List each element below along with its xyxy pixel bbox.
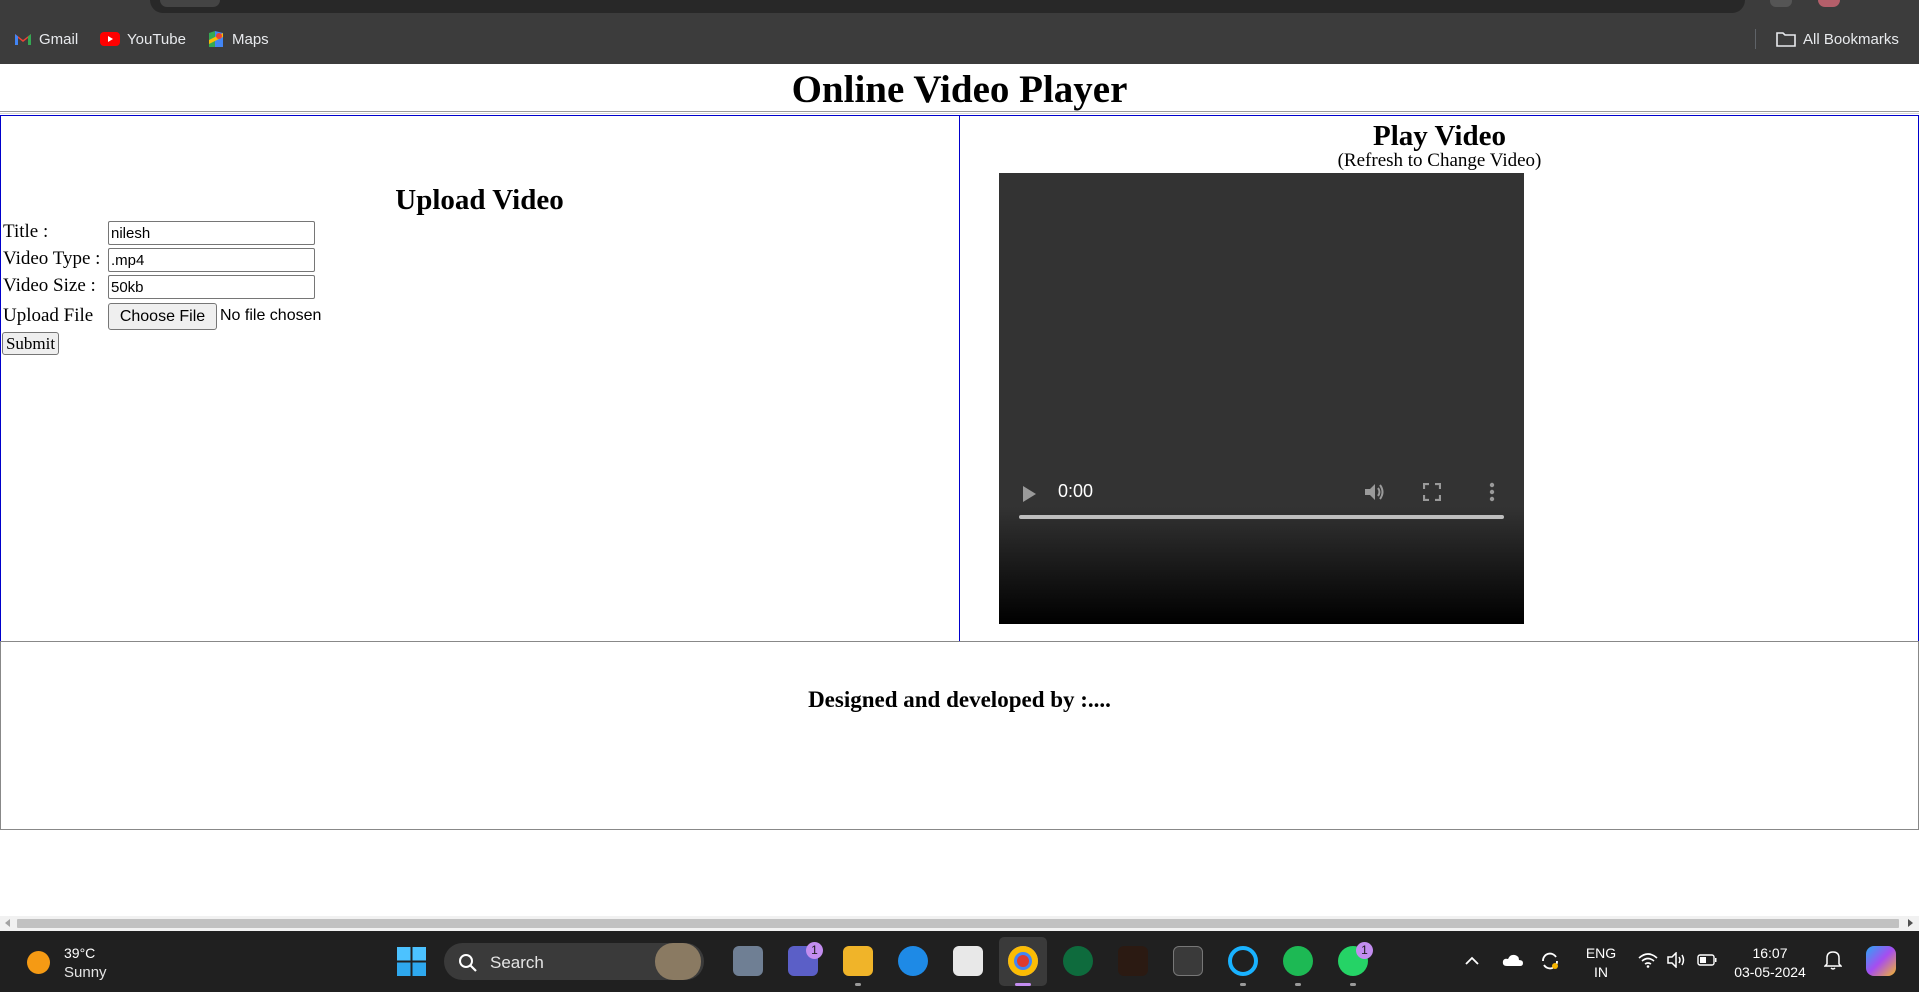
search-label: Search [490, 953, 544, 972]
teams-badge: 1 [806, 942, 823, 959]
bookmarks-separator [1755, 29, 1756, 49]
postman-icon[interactable] [1118, 946, 1148, 976]
copilot-icon[interactable] [1866, 946, 1896, 976]
chevron-up-icon[interactable] [1465, 956, 1479, 965]
store-icon[interactable] [953, 946, 983, 976]
bookmark-label: YouTube [127, 30, 186, 48]
title-label: Title : [3, 221, 49, 242]
title-divider [0, 111, 1919, 114]
search-icon [459, 954, 477, 972]
file-explorer-icon[interactable] [843, 946, 873, 976]
language-indicator[interactable]: ENG [1583, 945, 1619, 962]
volume-icon[interactable] [1363, 481, 1387, 503]
title-input[interactable] [108, 221, 315, 245]
language-region[interactable]: IN [1583, 964, 1619, 981]
chrome-icon[interactable] [1008, 946, 1038, 976]
scroll-left-arrow[interactable] [5, 919, 10, 927]
page-content: Online Video Player Upload Video Title :… [0, 64, 1919, 916]
more-options-icon[interactable] [1489, 482, 1495, 502]
speaker-icon[interactable] [1667, 952, 1687, 968]
profile-avatar[interactable] [1818, 0, 1840, 7]
extension-icon[interactable] [1770, 0, 1792, 7]
gmail-icon [15, 34, 31, 45]
edge-icon[interactable] [898, 946, 928, 976]
browser-toolbar: Gmail YouTube Maps All Bookmarks [0, 0, 1919, 64]
whatsapp-badge: 1 [1356, 942, 1373, 959]
running-indicator [1240, 983, 1246, 986]
onedrive-cloud-icon[interactable] [1502, 953, 1524, 967]
windows-start-icon[interactable] [397, 947, 426, 976]
video-type-input[interactable] [108, 248, 315, 272]
footer-text: Designed and developed by :.... [808, 687, 1111, 712]
video-type-label: Video Type : [3, 248, 101, 269]
upload-file-label: Upload File [3, 305, 94, 326]
youtube-icon [100, 32, 120, 46]
choose-file-button[interactable]: Choose File [108, 303, 217, 330]
upload-heading: Upload Video [395, 184, 564, 216]
file-status: No file chosen [220, 307, 322, 324]
all-bookmarks-label: All Bookmarks [1803, 30, 1899, 48]
page-title: Online Video Player [791, 68, 1128, 111]
mongodb-icon[interactable] [1063, 946, 1093, 976]
horizontal-scrollbar[interactable] [0, 916, 1919, 931]
sync-icon[interactable] [1540, 951, 1560, 971]
battery-icon[interactable] [1697, 954, 1717, 966]
notification-bell-icon[interactable] [1824, 950, 1842, 970]
scrollbar-thumb[interactable] [17, 919, 1899, 928]
play-heading: Play Video [1373, 120, 1506, 152]
clock-time[interactable]: 16:07 [1735, 945, 1805, 962]
play-subheading: (Refresh to Change Video) [1337, 150, 1542, 171]
terminal-icon[interactable] [1173, 946, 1203, 976]
bookmark-label: Gmail [39, 30, 79, 48]
site-info-button[interactable] [160, 0, 220, 7]
address-bar[interactable] [150, 0, 1745, 13]
all-bookmarks-button[interactable]: All Bookmarks [1776, 29, 1899, 49]
bookmark-youtube[interactable]: YouTube [100, 29, 186, 49]
active-indicator [1015, 983, 1031, 986]
task-view-icon[interactable] [733, 946, 763, 976]
clock-date[interactable]: 03-05-2024 [1732, 964, 1808, 981]
wifi-icon[interactable] [1638, 952, 1658, 968]
alexa-icon[interactable] [1228, 946, 1258, 976]
video-size-label: Video Size : [3, 275, 96, 296]
video-size-input[interactable] [108, 275, 315, 299]
video-player[interactable]: 0:00 [999, 173, 1524, 624]
search-highlight-icon [655, 943, 701, 980]
footer [0, 641, 1919, 830]
play-icon[interactable] [1020, 484, 1038, 504]
submit-button[interactable]: Submit [2, 332, 59, 355]
weather-condition[interactable]: Sunny [64, 964, 107, 981]
folder-icon [1776, 32, 1796, 47]
bookmark-gmail[interactable]: Gmail [14, 29, 78, 49]
column-divider [959, 115, 960, 642]
running-indicator [1295, 983, 1301, 986]
video-progress-bar[interactable] [1019, 515, 1504, 519]
spotify-icon[interactable] [1283, 946, 1313, 976]
weather-icon[interactable] [27, 951, 50, 974]
fullscreen-icon[interactable] [1423, 483, 1441, 501]
bookmark-maps[interactable]: Maps [207, 29, 269, 49]
running-indicator [1350, 983, 1356, 986]
taskbar: 39°C Sunny Search 1 1 ENG IN 16:07 03-05… [0, 931, 1919, 992]
bookmark-label: Maps [232, 30, 269, 48]
maps-icon [209, 31, 223, 47]
weather-temp[interactable]: 39°C [64, 945, 95, 962]
running-indicator [855, 983, 861, 986]
video-time: 0:00 [1058, 481, 1094, 501]
scroll-right-arrow[interactable] [1908, 919, 1913, 927]
